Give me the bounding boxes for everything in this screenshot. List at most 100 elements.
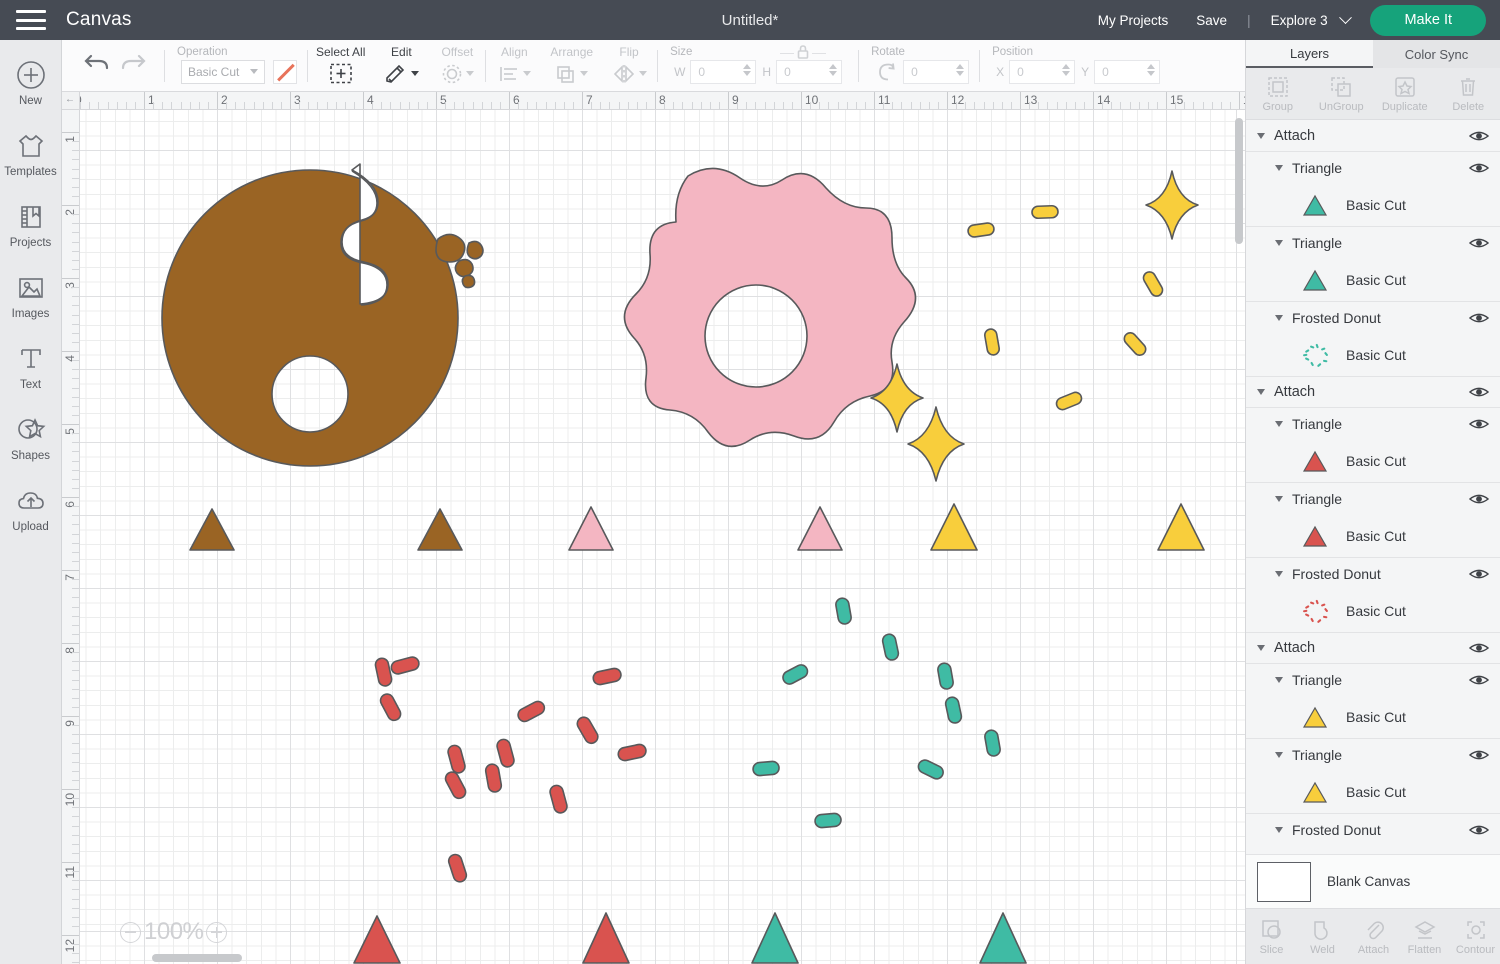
layer-group-row[interactable]: Attach bbox=[1246, 377, 1500, 408]
layer-cut-row[interactable]: Basic Cut bbox=[1246, 183, 1500, 227]
eye-icon[interactable] bbox=[1469, 161, 1489, 175]
contour-button[interactable]: Contour bbox=[1450, 917, 1500, 956]
line-color-swatch[interactable] bbox=[273, 60, 297, 84]
sidebar-item-projects[interactable]: Projects bbox=[0, 200, 62, 249]
my-projects-link[interactable]: My Projects bbox=[1084, 13, 1183, 28]
layer-cut-row[interactable]: Basic Cut bbox=[1246, 258, 1500, 302]
layer-row[interactable]: Triangle bbox=[1246, 408, 1500, 439]
layer-row[interactable]: Triangle bbox=[1246, 152, 1500, 183]
layer-group-row[interactable]: Attach bbox=[1246, 633, 1500, 664]
layer-cut-row[interactable]: Basic Cut bbox=[1246, 589, 1500, 633]
canvas-grid[interactable]: 100% bbox=[80, 110, 1245, 964]
triangle-thumb[interactable] bbox=[1298, 265, 1332, 295]
triangle-thumb[interactable] bbox=[1298, 702, 1332, 732]
chevron-down-icon[interactable] bbox=[1275, 752, 1283, 758]
operation-select[interactable]: Basic Cut bbox=[181, 60, 265, 84]
rotate-input[interactable]: 0 bbox=[903, 60, 969, 84]
slice-button[interactable]: Slice bbox=[1246, 917, 1297, 956]
make-it-button[interactable]: Make It bbox=[1370, 5, 1486, 36]
tab-layers[interactable]: Layers bbox=[1246, 40, 1373, 68]
chevron-down-icon[interactable] bbox=[1275, 677, 1283, 683]
width-stepper[interactable] bbox=[743, 64, 751, 76]
horizontal-scrollbar[interactable] bbox=[152, 954, 242, 962]
zoom-control[interactable]: 100% bbox=[120, 918, 227, 946]
weld-button[interactable]: Weld bbox=[1297, 917, 1348, 956]
layer-cut-row[interactable]: Basic Cut bbox=[1246, 333, 1500, 377]
eye-icon[interactable] bbox=[1469, 236, 1489, 250]
width-input[interactable]: 0 bbox=[690, 60, 756, 84]
ungroup-button[interactable]: UnGroup bbox=[1310, 75, 1374, 113]
ruler-origin-corner[interactable] bbox=[62, 92, 80, 110]
layer-cut-row[interactable]: Basic Cut bbox=[1246, 695, 1500, 739]
layer-cut-row[interactable]: Basic Cut bbox=[1246, 514, 1500, 558]
hamburger-icon[interactable] bbox=[16, 10, 46, 30]
select-all-button[interactable]: Select All bbox=[308, 40, 373, 92]
triangle-thumb[interactable] bbox=[1298, 446, 1332, 476]
sidebar-item-images[interactable]: Images bbox=[0, 271, 62, 320]
horizontal-ruler[interactable]: 012345678910111213141516 bbox=[62, 92, 1245, 110]
delete-button[interactable]: Delete bbox=[1437, 75, 1500, 113]
chevron-down-icon[interactable] bbox=[1257, 645, 1265, 651]
eye-icon[interactable] bbox=[1469, 641, 1489, 655]
edit-button[interactable]: Edit bbox=[373, 40, 429, 92]
duplicate-button[interactable]: Duplicate bbox=[1373, 75, 1437, 113]
height-stepper[interactable] bbox=[829, 64, 837, 76]
triangle-thumb[interactable] bbox=[1298, 190, 1332, 220]
eye-icon[interactable] bbox=[1469, 385, 1489, 399]
minus-circle-icon[interactable] bbox=[120, 922, 141, 943]
save-button[interactable]: Save bbox=[1182, 13, 1241, 28]
layer-cut-row[interactable]: Basic Cut bbox=[1246, 439, 1500, 483]
machine-selector[interactable]: Explore 3 bbox=[1257, 13, 1357, 28]
layer-row[interactable]: Triangle bbox=[1246, 739, 1500, 770]
y-stepper[interactable] bbox=[1147, 64, 1155, 76]
eye-icon[interactable] bbox=[1469, 673, 1489, 687]
vertical-scrollbar[interactable] bbox=[1235, 118, 1243, 244]
vertical-ruler[interactable]: 123456789101112 bbox=[62, 110, 80, 964]
chevron-down-icon[interactable] bbox=[1275, 165, 1283, 171]
redo-icon[interactable] bbox=[118, 50, 148, 76]
x-stepper[interactable] bbox=[1062, 64, 1070, 76]
sidebar-item-templates[interactable]: Templates bbox=[0, 129, 62, 178]
chevron-down-icon[interactable] bbox=[1275, 571, 1283, 577]
chevron-down-icon[interactable] bbox=[1275, 240, 1283, 246]
flatten-button[interactable]: Flatten bbox=[1399, 917, 1450, 956]
offset-button[interactable]: Offset bbox=[429, 40, 485, 92]
design-canvas[interactable]: 012345678910111213141516 123456789101112 bbox=[62, 92, 1245, 964]
chevron-down-icon[interactable] bbox=[1275, 315, 1283, 321]
eye-icon[interactable] bbox=[1469, 417, 1489, 431]
chevron-down-icon[interactable] bbox=[1275, 421, 1283, 427]
layer-row[interactable]: Frosted Donut bbox=[1246, 814, 1500, 845]
triangle-thumb[interactable] bbox=[1298, 777, 1332, 807]
eye-icon[interactable] bbox=[1469, 823, 1489, 837]
arrange-button[interactable]: Arrange bbox=[542, 40, 601, 92]
eye-icon[interactable] bbox=[1469, 492, 1489, 506]
sprinkle-ring-thumb[interactable] bbox=[1298, 596, 1332, 626]
chevron-down-icon[interactable] bbox=[1275, 827, 1283, 833]
plus-circle-icon[interactable] bbox=[206, 922, 227, 943]
layers-list[interactable]: AttachTriangleBasic CutTriangleBasic Cut… bbox=[1246, 121, 1500, 910]
eye-icon[interactable] bbox=[1469, 129, 1489, 143]
chevron-down-icon[interactable] bbox=[1257, 133, 1265, 139]
layer-row[interactable]: Frosted Donut bbox=[1246, 302, 1500, 333]
chevron-down-icon[interactable] bbox=[1275, 496, 1283, 502]
sidebar-item-shapes[interactable]: Shapes bbox=[0, 413, 62, 462]
attach-button[interactable]: Attach bbox=[1348, 917, 1399, 956]
layer-row[interactable]: Triangle bbox=[1246, 483, 1500, 514]
sprinkle-ring-thumb[interactable] bbox=[1298, 340, 1332, 370]
layer-row[interactable]: Triangle bbox=[1246, 227, 1500, 258]
sidebar-item-new[interactable]: New bbox=[0, 58, 62, 107]
y-input[interactable]: 0 bbox=[1094, 60, 1160, 84]
height-input[interactable]: 0 bbox=[776, 60, 842, 84]
layer-cut-row[interactable]: Basic Cut bbox=[1246, 770, 1500, 814]
rotate-stepper[interactable] bbox=[956, 64, 964, 76]
blank-canvas-row[interactable]: Blank Canvas bbox=[1246, 854, 1500, 908]
eye-icon[interactable] bbox=[1469, 311, 1489, 325]
flip-button[interactable]: Flip bbox=[601, 40, 657, 92]
chevron-down-icon[interactable] bbox=[1257, 389, 1265, 395]
triangle-thumb[interactable] bbox=[1298, 521, 1332, 551]
sidebar-item-upload[interactable]: Upload bbox=[0, 484, 62, 533]
sidebar-item-text[interactable]: Text bbox=[0, 342, 62, 391]
group-button[interactable]: Group bbox=[1246, 75, 1310, 113]
layer-row[interactable]: Triangle bbox=[1246, 664, 1500, 695]
x-input[interactable]: 0 bbox=[1009, 60, 1075, 84]
